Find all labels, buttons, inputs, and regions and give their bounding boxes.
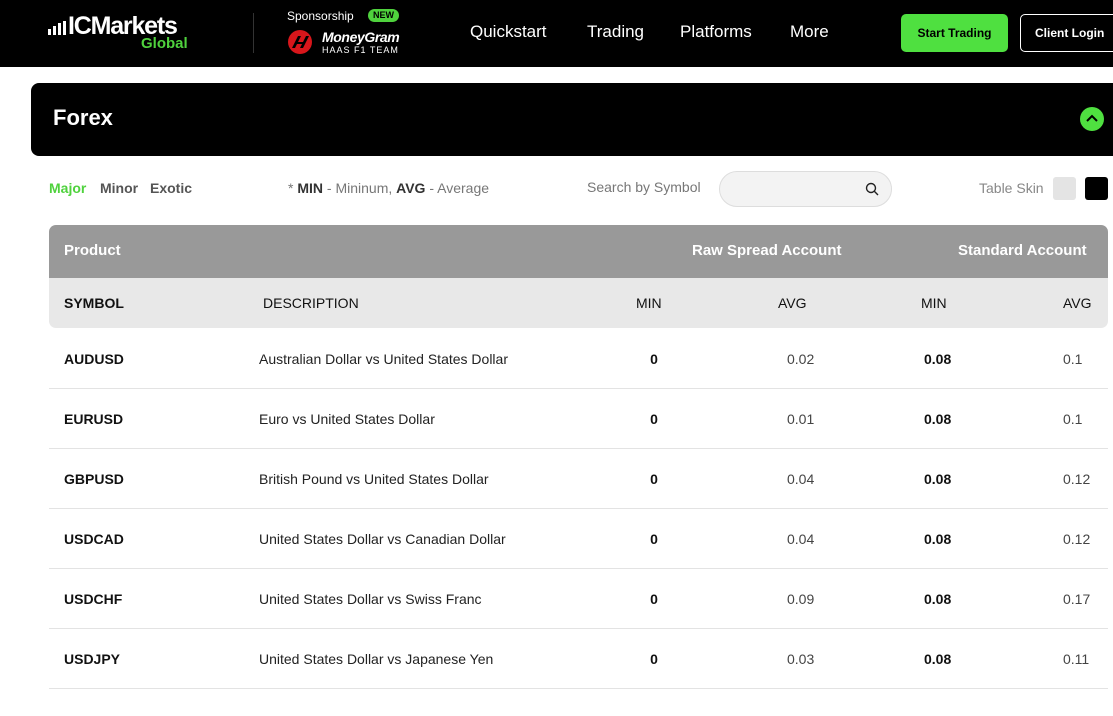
row-description: United States Dollar vs Swiss Franc [259,591,482,607]
sponsorship-block[interactable]: Sponsorship NEW MoneyGram HAAS F1 TEAM [286,8,416,58]
nav-trading[interactable]: Trading [587,22,644,42]
table-skin-light-button[interactable] [1053,177,1076,200]
row-std-min: 0.08 [924,351,952,367]
nav-more[interactable]: More [790,22,829,42]
row-std-min: 0.08 [924,531,952,547]
row-std-avg: 0.12 [1063,531,1091,547]
chevron-up-icon [1086,114,1098,122]
table-row: USDCHF United States Dollar vs Swiss Fra… [49,569,1108,629]
collapse-button[interactable] [1080,107,1104,131]
row-symbol: AUDUSD [64,351,124,367]
tab-exotic[interactable]: Exotic [150,180,192,196]
row-description: United States Dollar vs Canadian Dollar [259,531,506,547]
row-symbol: GBPUSD [64,471,124,487]
min-avg-legend: * MIN - Mininum, AVG - Average [288,180,490,196]
sponsor-name: MoneyGram [322,29,400,45]
forex-section-header[interactable]: Forex [31,83,1113,156]
column-description: DESCRIPTION [263,295,359,311]
column-std-avg: AVG [1063,295,1092,311]
nav-platforms[interactable]: Platforms [680,22,752,42]
section-title: Forex [53,105,113,130]
haas-logo-icon [288,30,312,54]
search-label: Search by Symbol [587,179,701,195]
column-raw-avg: AVG [778,295,807,311]
table-column-header: SYMBOL DESCRIPTION MIN AVG MIN AVG [49,278,1108,328]
row-description: Euro vs United States Dollar [259,411,435,427]
product-header: Product [64,242,121,259]
row-symbol: USDCAD [64,531,124,547]
row-raw-min: 0 [650,351,658,367]
search-field[interactable] [719,171,892,207]
row-std-avg: 0.12 [1063,471,1091,487]
search-icon[interactable] [865,182,879,196]
new-badge: NEW [368,9,399,22]
row-std-min: 0.08 [924,471,952,487]
logo-bars-icon [48,21,68,35]
table-row: EURUSD Euro vs United States Dollar 0 0.… [49,389,1108,449]
sponsorship-label: Sponsorship [287,9,354,23]
row-raw-avg: 0.03 [787,651,815,667]
nav-quickstart[interactable]: Quickstart [470,22,547,42]
row-symbol: EURUSD [64,411,124,427]
table-row: AUDUSD Australian Dollar vs United State… [49,329,1108,389]
column-raw-min: MIN [636,295,662,311]
brand-sub: Global [141,35,188,52]
table-skin-dark-button[interactable] [1085,177,1108,200]
row-symbol: USDJPY [64,651,121,667]
row-std-min: 0.08 [924,591,952,607]
row-std-avg: 0.11 [1063,651,1090,667]
table-row: USDCAD United States Dollar vs Canadian … [49,509,1108,569]
row-std-avg: 0.17 [1063,591,1091,607]
row-raw-min: 0 [650,471,658,487]
row-raw-avg: 0.04 [787,471,815,487]
table-row: GBPUSD British Pound vs United States Do… [49,449,1108,509]
row-raw-min: 0 [650,531,658,547]
table-row: USDJPY United States Dollar vs Japanese … [49,629,1108,689]
row-raw-avg: 0.09 [787,591,815,607]
tab-major[interactable]: Major [49,180,86,196]
top-navigation-bar: ICMarkets Global Sponsorship NEW MoneyGr… [0,0,1113,67]
ic-markets-logo[interactable]: ICMarkets Global [48,11,198,55]
row-raw-min: 0 [650,591,658,607]
row-std-min: 0.08 [924,651,952,667]
sponsor-team: HAAS F1 TEAM [322,45,399,55]
row-std-avg: 0.1 [1063,351,1083,367]
client-login-button[interactable]: Client Login [1020,14,1113,52]
row-raw-min: 0 [650,651,658,667]
row-symbol: USDCHF [64,591,123,607]
table-group-header: Product Raw Spread Account Standard Acco… [49,225,1108,278]
row-description: United States Dollar vs Japanese Yen [259,651,494,667]
search-input[interactable] [732,180,862,198]
row-std-avg: 0.1 [1063,411,1083,427]
row-raw-min: 0 [650,411,658,427]
row-std-min: 0.08 [924,411,952,427]
start-trading-button[interactable]: Start Trading [901,14,1008,52]
row-raw-avg: 0.02 [787,351,815,367]
header-divider [253,13,254,53]
row-description: British Pound vs United States Dollar [259,471,489,487]
row-raw-avg: 0.01 [787,411,815,427]
row-description: Australian Dollar vs United States Dolla… [259,351,508,367]
row-raw-avg: 0.04 [787,531,815,547]
standard-account-header: Standard Account [958,242,1087,259]
table-skin-label: Table Skin [979,180,1044,196]
raw-spread-header: Raw Spread Account [692,242,842,259]
column-symbol: SYMBOL [64,295,124,311]
column-std-min: MIN [921,295,947,311]
tab-minor[interactable]: Minor [100,180,138,196]
